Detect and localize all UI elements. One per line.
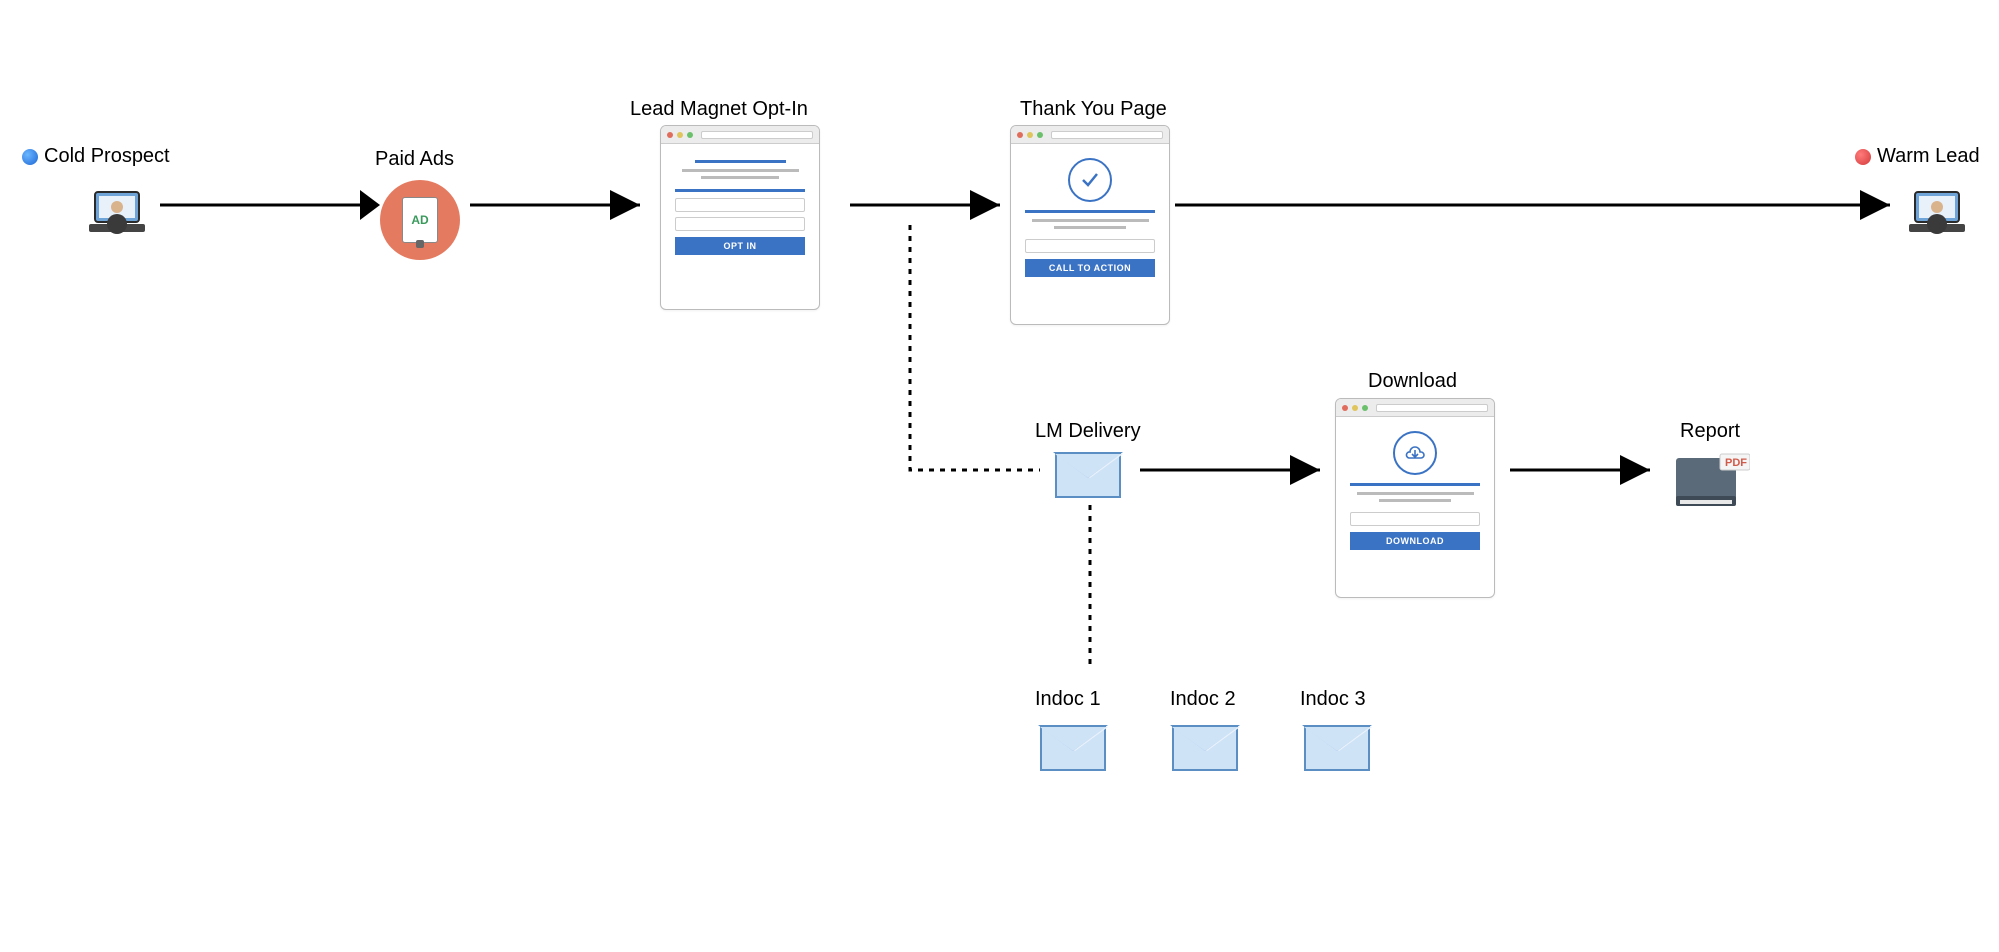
svg-text:PDF: PDF <box>1725 457 1747 469</box>
lead-magnet-browser: OPT IN <box>660 125 820 310</box>
download-browser: DOWNLOAD <box>1335 398 1495 598</box>
book-pdf-icon: PDF <box>1670 450 1740 508</box>
download-button: DOWNLOAD <box>1350 532 1480 550</box>
lm-delivery-label: LM Delivery <box>1035 420 1141 443</box>
indoc3-label: Indoc 3 <box>1300 688 1366 711</box>
cold-prospect-label: Cold Prospect <box>22 145 170 168</box>
envelope-icon <box>1304 725 1370 771</box>
download-label: Download <box>1368 370 1457 393</box>
browser-titlebar <box>1011 126 1169 144</box>
envelope-icon <box>1040 725 1106 771</box>
warm-lead-label: Warm Lead <box>1855 145 1980 168</box>
checkmark-icon <box>1068 158 1112 202</box>
person-laptop-icon <box>85 180 149 245</box>
browser-titlebar <box>1336 399 1494 417</box>
lead-magnet-label: Lead Magnet Opt-In <box>630 98 808 121</box>
ad-icon: AD <box>380 180 460 260</box>
ad-badge: AD <box>402 197 438 243</box>
indoc2-label: Indoc 2 <box>1170 688 1236 711</box>
paid-ads-label: Paid Ads <box>375 148 454 171</box>
cloud-download-icon <box>1393 431 1437 475</box>
envelope-icon <box>1172 725 1238 771</box>
browser-titlebar <box>661 126 819 144</box>
indoc1-label: Indoc 1 <box>1035 688 1101 711</box>
thank-you-label: Thank You Page <box>1020 98 1167 121</box>
report-label: Report <box>1680 420 1740 443</box>
cta-button: CALL TO ACTION <box>1025 259 1155 277</box>
person-laptop-icon <box>1905 180 1969 245</box>
envelope-icon <box>1055 452 1121 498</box>
dot-red-icon <box>1855 149 1871 165</box>
thank-you-browser: CALL TO ACTION <box>1010 125 1170 325</box>
optin-button: OPT IN <box>675 237 805 255</box>
dot-blue-icon <box>22 149 38 165</box>
